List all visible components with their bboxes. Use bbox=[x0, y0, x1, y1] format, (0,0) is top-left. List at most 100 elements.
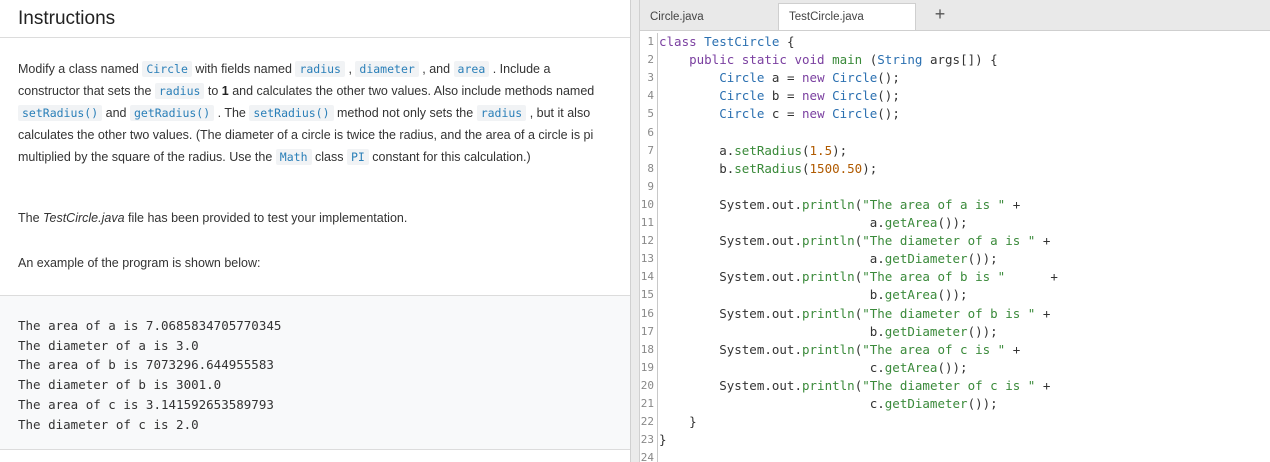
code-token: System.out. bbox=[659, 341, 802, 357]
text: The bbox=[18, 211, 44, 225]
code-token: a. bbox=[659, 215, 885, 230]
code-token: a. bbox=[659, 251, 885, 267]
code-token: args[]) { bbox=[922, 52, 998, 68]
filename: TestCircle.java bbox=[43, 211, 125, 225]
line-number: 10 bbox=[640, 197, 654, 211]
code-token: class bbox=[659, 34, 705, 49]
line-number: 17 bbox=[640, 324, 654, 338]
code-line[interactable]: System.out.println("The area of b is " + bbox=[659, 268, 1058, 286]
code-token: ()); bbox=[967, 396, 998, 411]
tab-testcircle-java[interactable]: TestCircle.java bbox=[778, 3, 916, 30]
code-token: "The diameter of b is " bbox=[862, 305, 1036, 321]
code-line[interactable]: System.out.println("The area of a is " + bbox=[659, 196, 1020, 214]
code-token: TestCircle bbox=[704, 34, 787, 49]
code-token: c. bbox=[659, 359, 885, 375]
code-token: System.out. bbox=[659, 233, 802, 249]
code-token: setRadius bbox=[734, 142, 802, 158]
code-token: ( bbox=[862, 52, 878, 68]
code-token: b. bbox=[659, 323, 885, 339]
code-token: "The area of c is " bbox=[862, 341, 1006, 357]
text: Modify a class named bbox=[18, 62, 143, 76]
code-token: new bbox=[802, 70, 833, 86]
text: with fields named bbox=[191, 62, 296, 76]
text: file has been provided to test your impl… bbox=[124, 211, 408, 225]
code-token: b. bbox=[659, 287, 885, 303]
code-token: Circle bbox=[719, 88, 765, 104]
code-line[interactable]: b.getArea()); bbox=[659, 286, 968, 304]
code-token: ()); bbox=[967, 323, 998, 339]
instructions-header: Instructions bbox=[0, 0, 630, 38]
line-number: 24 bbox=[640, 451, 654, 462]
add-tab-button[interactable]: + bbox=[930, 2, 950, 26]
code-getradius: getRadius() bbox=[129, 105, 215, 121]
line-number: 3 bbox=[647, 71, 654, 85]
code-token: Circle bbox=[832, 106, 878, 122]
code-token: 1.5 bbox=[809, 142, 833, 158]
code-line[interactable]: Circle c = new Circle(); bbox=[659, 105, 900, 123]
code-token: System.out. bbox=[659, 196, 802, 212]
code-line[interactable]: System.out.println("The diameter of c is… bbox=[659, 377, 1050, 395]
code-token: getArea bbox=[884, 287, 938, 303]
text: method not only sets the bbox=[333, 106, 477, 120]
text: and calculates the other two values. Als… bbox=[228, 84, 595, 98]
code-line[interactable]: System.out.println("The diameter of b is… bbox=[659, 305, 1050, 323]
code-token: ()); bbox=[937, 287, 968, 303]
code-token: Circle bbox=[832, 88, 878, 104]
code-token: ); bbox=[832, 142, 848, 158]
code-line[interactable]: class TestCircle { bbox=[659, 33, 794, 51]
line-number: 21 bbox=[640, 397, 654, 410]
code-line[interactable]: Circle a = new Circle(); bbox=[659, 69, 900, 87]
code-line[interactable]: a.getArea()); bbox=[659, 214, 968, 232]
code-line[interactable]: b.getDiameter()); bbox=[659, 323, 998, 341]
code-token: + bbox=[1005, 196, 1021, 212]
code-circle: Circle bbox=[142, 61, 192, 77]
code-editor: Circle.java TestCircle.java + 1 2 3 4 5 … bbox=[640, 0, 1270, 462]
code-line[interactable]: } bbox=[659, 413, 697, 431]
line-number: 23 bbox=[640, 433, 654, 447]
line-number: 8 bbox=[647, 161, 654, 175]
output-line: The diameter of a is 3.0 bbox=[18, 337, 199, 353]
instructions-paragraph-3: An example of the program is shown below… bbox=[18, 256, 261, 270]
code-line[interactable]: Circle b = new Circle(); bbox=[659, 87, 900, 105]
code-line[interactable]: a.getDiameter()); bbox=[659, 250, 998, 268]
code-line[interactable]: b.setRadius(1500.50); bbox=[659, 160, 877, 178]
code-line[interactable]: public static void main (String args[]) … bbox=[659, 51, 998, 69]
code-line[interactable]: } bbox=[659, 431, 667, 449]
code-token: new bbox=[802, 88, 833, 104]
line-number-gutter: 1 2 3 4 5 6 7 8 9 10 11 12 13 14 15 16 1… bbox=[640, 33, 658, 462]
instructions-title: Instructions bbox=[18, 7, 116, 29]
tab-label: Circle.java bbox=[650, 10, 704, 23]
line-number: 18 bbox=[640, 342, 654, 356]
code-token: String bbox=[877, 52, 923, 68]
code-line[interactable]: a.setRadius(1.5); bbox=[659, 142, 847, 160]
code-token: (); bbox=[877, 106, 900, 122]
line-number: 2 bbox=[647, 53, 654, 67]
line-number: 16 bbox=[640, 306, 654, 320]
tab-circle-java[interactable]: Circle.java bbox=[640, 3, 778, 30]
panel-divider[interactable] bbox=[630, 0, 640, 462]
code-token: getDiameter bbox=[884, 323, 968, 339]
code-setradius: setRadius() bbox=[18, 105, 103, 121]
code-token: getArea bbox=[884, 215, 938, 230]
code-line[interactable]: c.getDiameter()); bbox=[659, 395, 998, 413]
code-token: getDiameter bbox=[884, 396, 968, 411]
code-token: Circle bbox=[719, 70, 765, 86]
line-number: 15 bbox=[640, 288, 654, 302]
code-token: c = bbox=[764, 106, 803, 122]
code-line[interactable]: System.out.println("The diameter of a is… bbox=[659, 232, 1050, 250]
code-token: ( bbox=[802, 142, 810, 158]
code-line[interactable]: c.getArea()); bbox=[659, 359, 968, 377]
code-token: b. bbox=[659, 160, 735, 176]
code-line[interactable]: System.out.println("The area of c is " + bbox=[659, 341, 1020, 359]
code-area[interactable]: 1 2 3 4 5 6 7 8 9 10 11 12 13 14 15 16 1… bbox=[640, 33, 1270, 462]
code-radius: radius bbox=[154, 83, 205, 99]
code-token: println bbox=[802, 305, 855, 321]
code-token: { bbox=[786, 34, 795, 49]
code-token: b = bbox=[764, 88, 803, 104]
code-token: "The area of a is " bbox=[862, 196, 1006, 212]
code-token: new bbox=[802, 106, 833, 122]
line-number: 19 bbox=[640, 360, 654, 374]
code-token: setRadius bbox=[734, 160, 802, 176]
